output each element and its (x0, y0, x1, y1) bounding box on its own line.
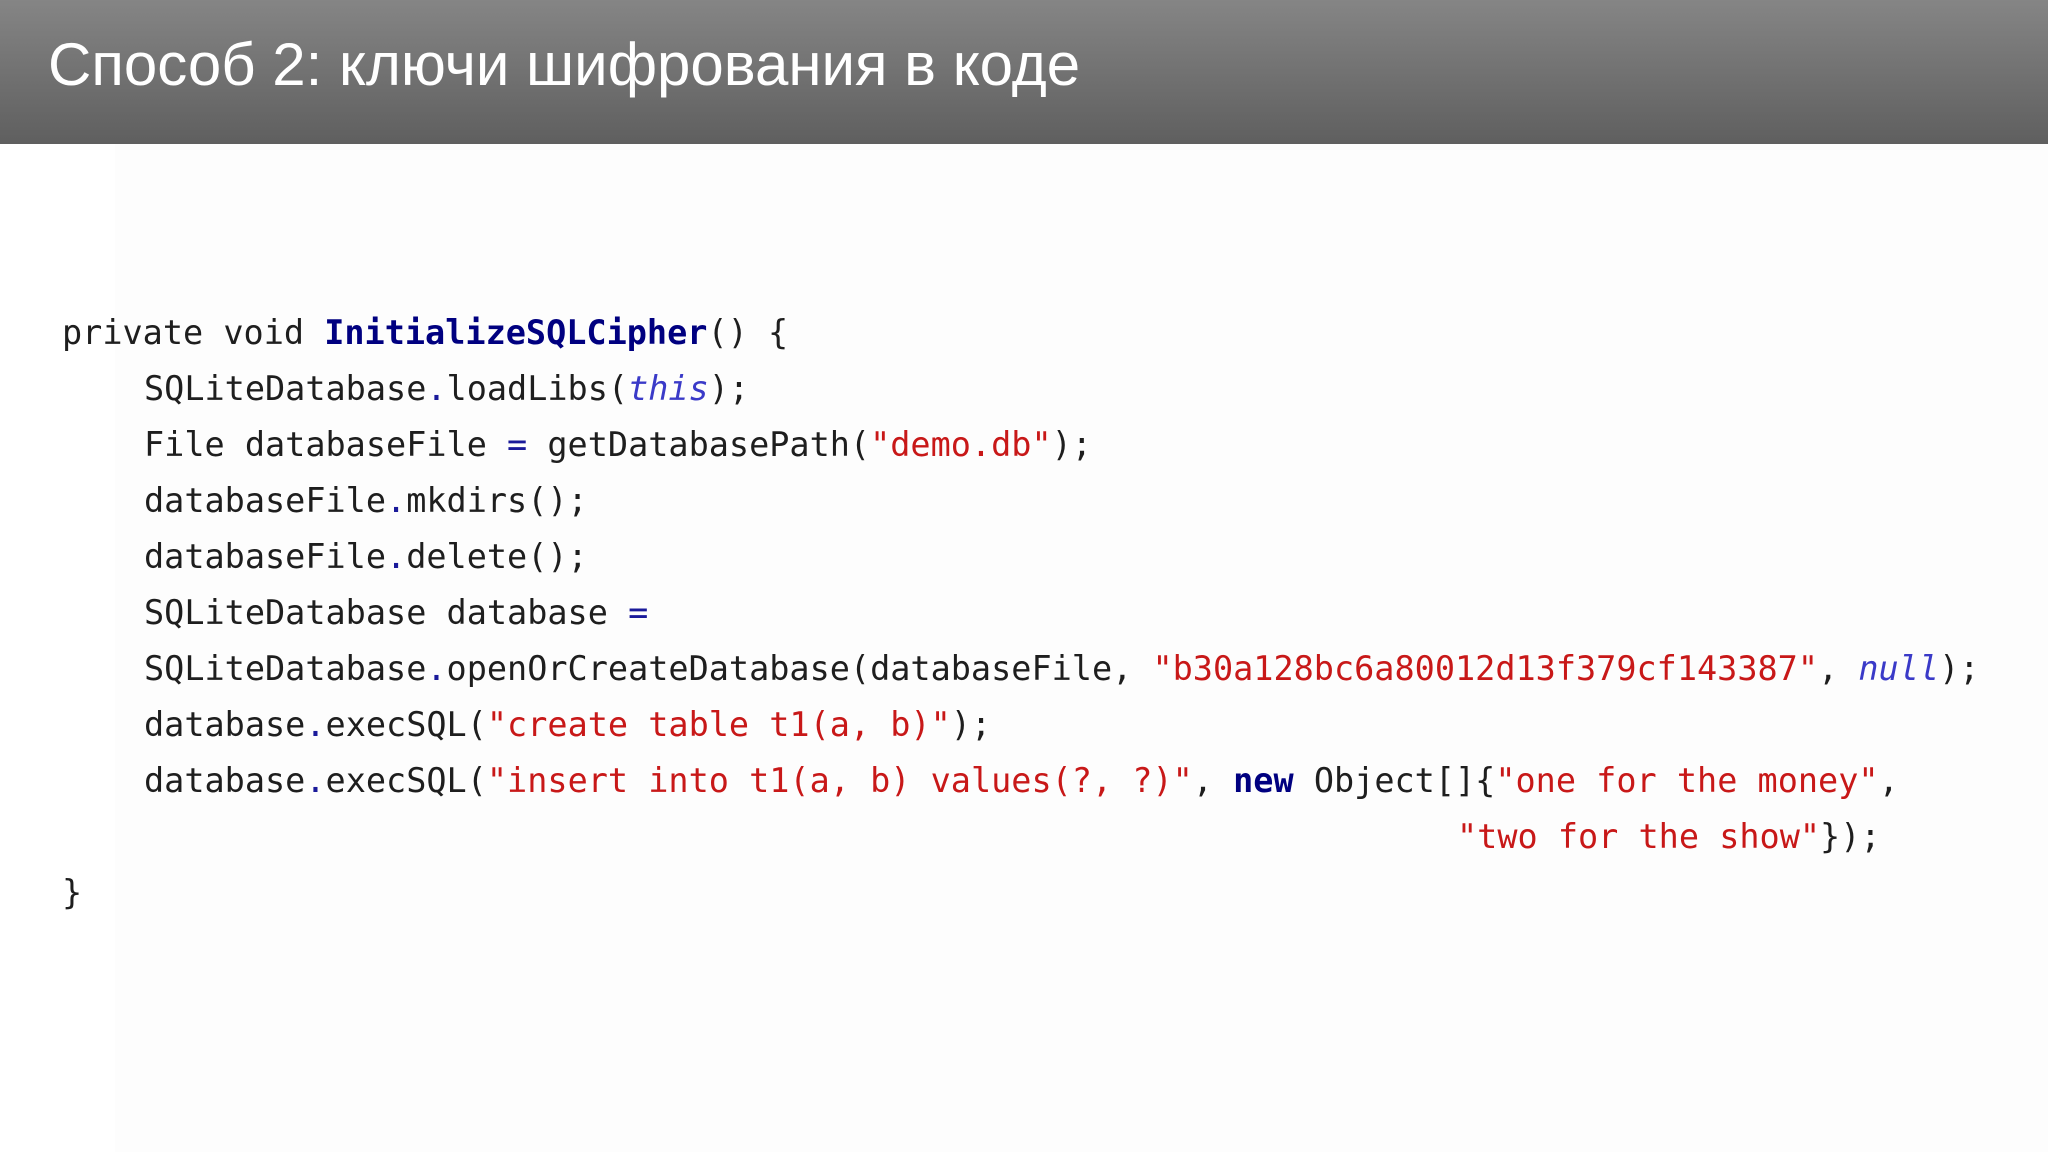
method-call: loadLibs( (446, 369, 629, 408)
code-line-8: database.execSQL("create table t1(a, b)"… (62, 697, 1979, 753)
declaration: File databaseFile (144, 425, 487, 464)
code-line-10: "two for the show"}); (62, 809, 1979, 865)
code-line-11: } (62, 865, 1979, 921)
sql-string-literal: "insert into t1(a, b) values(?, ?)" (486, 761, 1193, 800)
code-line-7: SQLiteDatabase.openOrCreateDatabase(data… (62, 641, 1979, 697)
assign-operator: = (628, 593, 649, 632)
class-ref: SQLiteDatabase (144, 369, 427, 408)
keyword-private: private (62, 313, 204, 352)
assign-operator: = (507, 425, 528, 464)
sql-string-literal: "create table t1(a, b)" (486, 705, 951, 744)
code-block: private void InitializeSQLCipher() { SQL… (62, 305, 1979, 921)
method-call: delete(); (406, 537, 588, 576)
arg-separator: , (1818, 649, 1859, 688)
code-line-3: File databaseFile = getDatabasePath("dem… (62, 417, 1979, 473)
method-call: mkdirs(); (406, 481, 588, 520)
code-line-9: database.execSQL("insert into t1(a, b) v… (62, 753, 1979, 809)
method-call: openOrCreateDatabase(databaseFile, (446, 649, 1153, 688)
object-ref: databaseFile (144, 481, 387, 520)
keyword-new: new (1233, 761, 1294, 800)
code-line-6: SQLiteDatabase database = (62, 585, 1979, 641)
member-dot: . (305, 705, 326, 744)
object-ref: database (144, 705, 306, 744)
object-ref: databaseFile (144, 537, 387, 576)
string-literal: "two for the show" (1457, 817, 1821, 856)
encryption-key-literal: "b30a128bc6a80012d13f379cf143387" (1152, 649, 1819, 688)
method-signature-tail: () { (707, 313, 789, 352)
statement-tail: }); (1820, 817, 1881, 856)
method-name: InitializeSQLCipher (324, 313, 708, 352)
string-literal: "one for the money" (1495, 761, 1879, 800)
type-ref: Object[]{ (1293, 761, 1496, 800)
arg-separator: , (1192, 761, 1234, 800)
statement-tail: ); (708, 369, 750, 408)
closing-brace: } (62, 873, 83, 912)
object-ref: database (144, 761, 306, 800)
code-line-2: SQLiteDatabase.loadLibs(this); (62, 361, 1979, 417)
slide-header: Способ 2: ключи шифрования в коде (0, 0, 2048, 144)
class-ref: SQLiteDatabase (144, 649, 427, 688)
method-call: getDatabasePath( (547, 425, 871, 464)
code-line-5: databaseFile.delete(); (62, 529, 1979, 585)
keyword-null: null (1858, 649, 1940, 688)
member-dot: . (426, 369, 447, 408)
member-dot: . (426, 649, 447, 688)
statement-tail: ); (1051, 425, 1092, 464)
statement-tail: , (1878, 761, 1899, 800)
method-call: execSQL( (325, 705, 487, 744)
declaration: SQLiteDatabase database (144, 593, 608, 632)
string-literal: "demo.db" (870, 425, 1052, 464)
code-line-4: databaseFile.mkdirs(); (62, 473, 1979, 529)
statement-tail: ); (1939, 649, 1980, 688)
method-call: execSQL( (325, 761, 487, 800)
slide-title: Способ 2: ключи шифрования в коде (48, 31, 1081, 98)
code-line-1: private void InitializeSQLCipher() { (62, 305, 1979, 361)
keyword-this: this (628, 369, 709, 408)
member-dot: . (386, 481, 407, 520)
keyword-void: void (223, 313, 305, 352)
statement-tail: ); (950, 705, 992, 744)
member-dot: . (305, 761, 326, 800)
member-dot: . (386, 537, 407, 576)
